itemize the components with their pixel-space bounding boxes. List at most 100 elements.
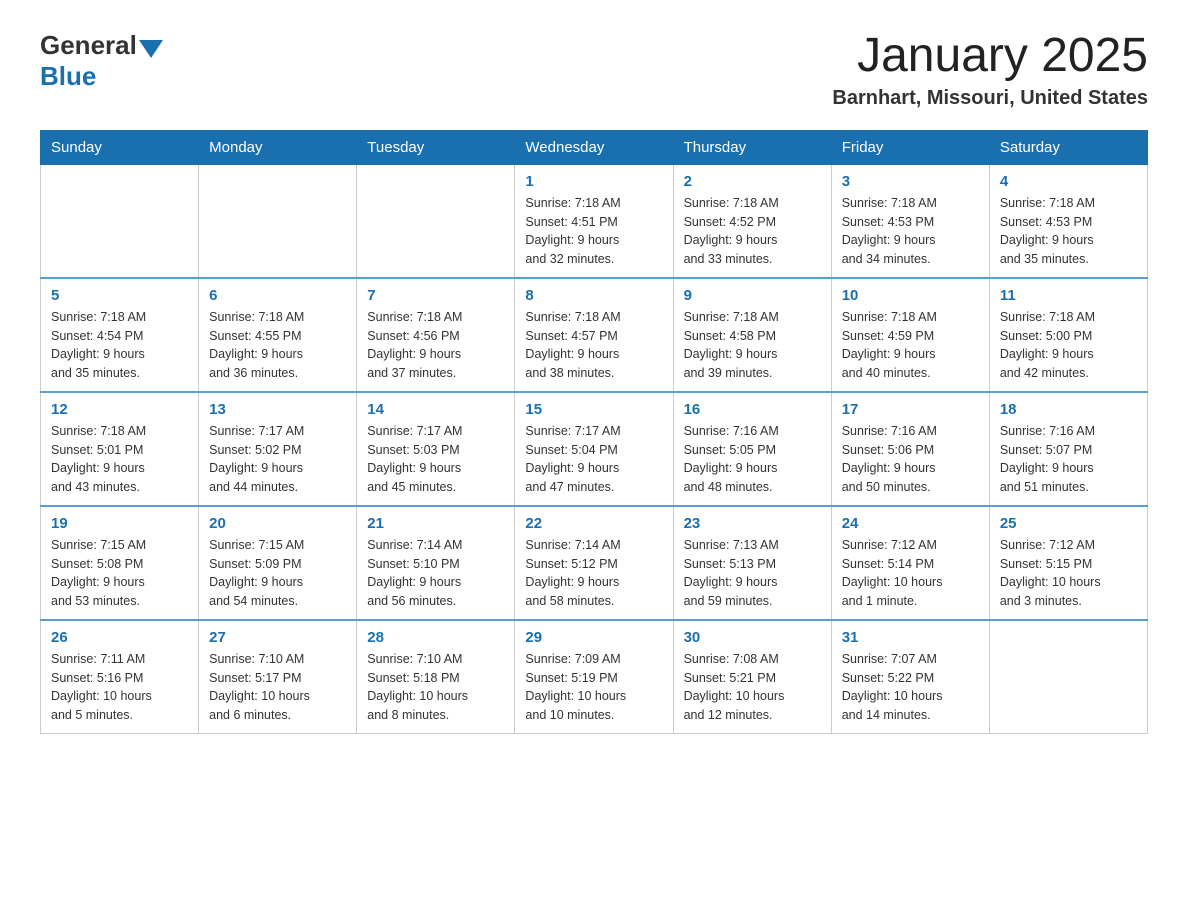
day-number: 10 [842,287,979,304]
day-number: 2 [684,173,821,190]
calendar-cell: 12Sunrise: 7:18 AM Sunset: 5:01 PM Dayli… [41,392,199,506]
logo-blue-text: Blue [40,61,96,92]
day-info: Sunrise: 7:18 AM Sunset: 4:56 PM Dayligh… [367,308,504,383]
title-block: January 2025 Barnhart, Missouri, United … [832,30,1148,110]
logo-triangle-icon [139,40,163,58]
calendar-cell: 26Sunrise: 7:11 AM Sunset: 5:16 PM Dayli… [41,620,199,734]
day-number: 26 [51,629,188,646]
day-info: Sunrise: 7:18 AM Sunset: 5:00 PM Dayligh… [1000,308,1137,383]
calendar-cell: 8 Sunrise: 7:18 AM Sunset: 4:57 PM Daylig… [515,278,673,392]
calendar-cell: 14 Sunrise: 7:17 AM Sunset: 5:03 PM Dayli… [357,392,515,506]
day-number: 5 [51,287,188,304]
day-number: 31 [842,629,979,646]
calendar-week-row: 19Sunrise: 7:15 AM Sunset: 5:08 PM Dayli… [41,506,1148,620]
day-number: 22 [525,515,662,532]
day-info: Sunrise: 7:18 AM Sunset: 4:52 PM Dayligh… [684,194,821,269]
day-number: 23 [684,515,821,532]
calendar-cell: 18 Sunrise: 7:16 AM Sunset: 5:07 PM Dayli… [989,392,1147,506]
logo-general-text: General [40,30,137,61]
day-number: 16 [684,401,821,418]
day-info: Sunrise: 7:10 AM Sunset: 5:18 PM Dayligh… [367,650,504,725]
calendar-cell: 28 Sunrise: 7:10 AM Sunset: 5:18 PM Dayli… [357,620,515,734]
day-info: Sunrise: 7:16 AM Sunset: 5:06 PM Dayligh… [842,422,979,497]
calendar-cell: 9Sunrise: 7:18 AM Sunset: 4:58 PM Daylig… [673,278,831,392]
day-number: 7 [367,287,504,304]
day-info: Sunrise: 7:16 AM Sunset: 5:05 PM Dayligh… [684,422,821,497]
day-info: Sunrise: 7:17 AM Sunset: 5:04 PM Dayligh… [525,422,662,497]
day-number: 28 [367,629,504,646]
calendar-header-wednesday: Wednesday [515,130,673,164]
calendar-cell: 27 Sunrise: 7:10 AM Sunset: 5:17 PM Dayli… [199,620,357,734]
calendar-cell: 30Sunrise: 7:08 AM Sunset: 5:21 PM Dayli… [673,620,831,734]
page-header: General Blue January 2025 Barnhart, Miss… [40,30,1148,110]
calendar-cell [199,164,357,278]
calendar-header-saturday: Saturday [989,130,1147,164]
day-info: Sunrise: 7:18 AM Sunset: 4:57 PM Dayligh… [525,308,662,383]
day-number: 20 [209,515,346,532]
day-number: 6 [209,287,346,304]
calendar-cell: 25Sunrise: 7:12 AM Sunset: 5:15 PM Dayli… [989,506,1147,620]
day-info: Sunrise: 7:18 AM Sunset: 4:59 PM Dayligh… [842,308,979,383]
calendar-cell: 31 Sunrise: 7:07 AM Sunset: 5:22 PM Dayli… [831,620,989,734]
month-title: January 2025 [832,30,1148,83]
day-info: Sunrise: 7:16 AM Sunset: 5:07 PM Dayligh… [1000,422,1137,497]
day-number: 14 [367,401,504,418]
day-number: 17 [842,401,979,418]
day-number: 4 [1000,173,1137,190]
day-info: Sunrise: 7:18 AM Sunset: 4:51 PM Dayligh… [525,194,662,269]
day-info: Sunrise: 7:09 AM Sunset: 5:19 PM Dayligh… [525,650,662,725]
day-info: Sunrise: 7:18 AM Sunset: 4:53 PM Dayligh… [1000,194,1137,269]
calendar-cell: 2 Sunrise: 7:18 AM Sunset: 4:52 PM Daylig… [673,164,831,278]
calendar-cell: 20 Sunrise: 7:15 AM Sunset: 5:09 PM Dayli… [199,506,357,620]
day-info: Sunrise: 7:15 AM Sunset: 5:08 PM Dayligh… [51,536,188,611]
calendar-cell [357,164,515,278]
calendar-cell: 5Sunrise: 7:18 AM Sunset: 4:54 PM Daylig… [41,278,199,392]
calendar-cell: 15 Sunrise: 7:17 AM Sunset: 5:04 PM Dayli… [515,392,673,506]
calendar-cell: 10 Sunrise: 7:18 AM Sunset: 4:59 PM Dayli… [831,278,989,392]
calendar-cell: 1 Sunrise: 7:18 AM Sunset: 4:51 PM Daylig… [515,164,673,278]
day-info: Sunrise: 7:18 AM Sunset: 4:55 PM Dayligh… [209,308,346,383]
calendar-cell: 4 Sunrise: 7:18 AM Sunset: 4:53 PM Daylig… [989,164,1147,278]
day-info: Sunrise: 7:18 AM Sunset: 4:53 PM Dayligh… [842,194,979,269]
calendar-cell: 22 Sunrise: 7:14 AM Sunset: 5:12 PM Dayli… [515,506,673,620]
calendar-cell: 29 Sunrise: 7:09 AM Sunset: 5:19 PM Dayli… [515,620,673,734]
calendar-cell: 16 Sunrise: 7:16 AM Sunset: 5:05 PM Dayli… [673,392,831,506]
calendar-header-sunday: Sunday [41,130,199,164]
calendar-week-row: 12Sunrise: 7:18 AM Sunset: 5:01 PM Dayli… [41,392,1148,506]
day-number: 21 [367,515,504,532]
day-number: 8 [525,287,662,304]
day-number: 15 [525,401,662,418]
calendar-week-row: 5Sunrise: 7:18 AM Sunset: 4:54 PM Daylig… [41,278,1148,392]
day-number: 30 [684,629,821,646]
day-info: Sunrise: 7:17 AM Sunset: 5:03 PM Dayligh… [367,422,504,497]
day-info: Sunrise: 7:14 AM Sunset: 5:12 PM Dayligh… [525,536,662,611]
calendar-header-friday: Friday [831,130,989,164]
calendar-cell: 17 Sunrise: 7:16 AM Sunset: 5:06 PM Dayli… [831,392,989,506]
day-info: Sunrise: 7:14 AM Sunset: 5:10 PM Dayligh… [367,536,504,611]
day-number: 24 [842,515,979,532]
calendar-header-row: SundayMondayTuesdayWednesdayThursdayFrid… [41,130,1148,164]
day-info: Sunrise: 7:10 AM Sunset: 5:17 PM Dayligh… [209,650,346,725]
calendar-cell: 6 Sunrise: 7:18 AM Sunset: 4:55 PM Daylig… [199,278,357,392]
calendar-cell: 11Sunrise: 7:18 AM Sunset: 5:00 PM Dayli… [989,278,1147,392]
calendar-cell: 21 Sunrise: 7:14 AM Sunset: 5:10 PM Dayli… [357,506,515,620]
calendar-header-tuesday: Tuesday [357,130,515,164]
day-number: 13 [209,401,346,418]
day-info: Sunrise: 7:07 AM Sunset: 5:22 PM Dayligh… [842,650,979,725]
day-number: 27 [209,629,346,646]
calendar-week-row: 1 Sunrise: 7:18 AM Sunset: 4:51 PM Daylig… [41,164,1148,278]
calendar-table: SundayMondayTuesdayWednesdayThursdayFrid… [40,130,1148,734]
day-number: 1 [525,173,662,190]
calendar-cell [41,164,199,278]
calendar-cell: 13Sunrise: 7:17 AM Sunset: 5:02 PM Dayli… [199,392,357,506]
day-info: Sunrise: 7:12 AM Sunset: 5:14 PM Dayligh… [842,536,979,611]
day-info: Sunrise: 7:18 AM Sunset: 5:01 PM Dayligh… [51,422,188,497]
day-info: Sunrise: 7:15 AM Sunset: 5:09 PM Dayligh… [209,536,346,611]
day-info: Sunrise: 7:18 AM Sunset: 4:58 PM Dayligh… [684,308,821,383]
day-number: 3 [842,173,979,190]
day-number: 18 [1000,401,1137,418]
calendar-cell: 23Sunrise: 7:13 AM Sunset: 5:13 PM Dayli… [673,506,831,620]
day-number: 29 [525,629,662,646]
calendar-header-monday: Monday [199,130,357,164]
day-number: 25 [1000,515,1137,532]
